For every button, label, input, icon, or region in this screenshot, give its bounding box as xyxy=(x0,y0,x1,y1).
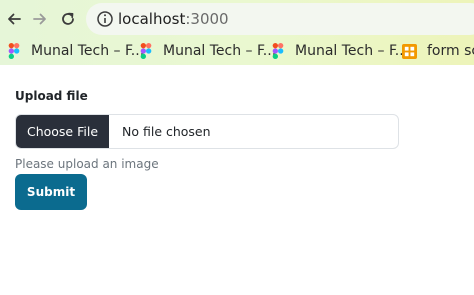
upload-hint: Please upload an image xyxy=(15,157,159,171)
forward-arrow-icon xyxy=(33,13,46,25)
submit-button[interactable]: Submit xyxy=(15,174,87,210)
bookmark-item[interactable]: Munal Tech – F... xyxy=(7,40,144,62)
bookmark-item[interactable]: Munal Tech – F... xyxy=(271,40,408,62)
forward-button[interactable] xyxy=(30,9,50,29)
back-arrow-icon xyxy=(8,13,21,25)
file-input[interactable]: Choose File No file chosen xyxy=(15,114,399,149)
grid-app-icon xyxy=(402,43,417,59)
info-icon[interactable] xyxy=(96,10,114,28)
bookmark-label: Munal Tech – F... xyxy=(163,43,277,59)
figma-icon xyxy=(272,43,284,59)
bookmark-item[interactable]: form sch xyxy=(402,40,474,62)
bookmarks-bar: Munal Tech – F... Munal Tech – F... Muna… xyxy=(0,38,474,65)
bookmark-label: Munal Tech – F... xyxy=(31,43,145,59)
address-bar[interactable]: localhost:3000 xyxy=(86,3,474,35)
choose-file-button[interactable]: Choose File xyxy=(16,115,109,148)
figma-icon xyxy=(8,43,20,59)
reload-button[interactable] xyxy=(58,9,78,29)
bookmark-item[interactable]: Munal Tech – F... xyxy=(139,40,276,62)
browser-chrome: localhost:3000 Munal Tech – F... Munal T… xyxy=(0,0,474,65)
file-status: No file chosen xyxy=(122,124,211,139)
url-port: :3000 xyxy=(185,10,229,28)
url-text[interactable]: localhost:3000 xyxy=(118,10,229,28)
bookmark-label: form sch xyxy=(427,43,474,59)
reload-icon xyxy=(62,12,74,25)
upload-label: Upload file xyxy=(15,89,88,103)
url-host: localhost xyxy=(118,10,186,28)
figma-icon xyxy=(140,43,152,59)
back-button[interactable] xyxy=(4,9,24,29)
browser-toolbar: localhost:3000 xyxy=(0,0,474,38)
page-content: Upload file Choose File No file chosen P… xyxy=(0,65,474,295)
bookmark-label: Munal Tech – F... xyxy=(295,43,409,59)
